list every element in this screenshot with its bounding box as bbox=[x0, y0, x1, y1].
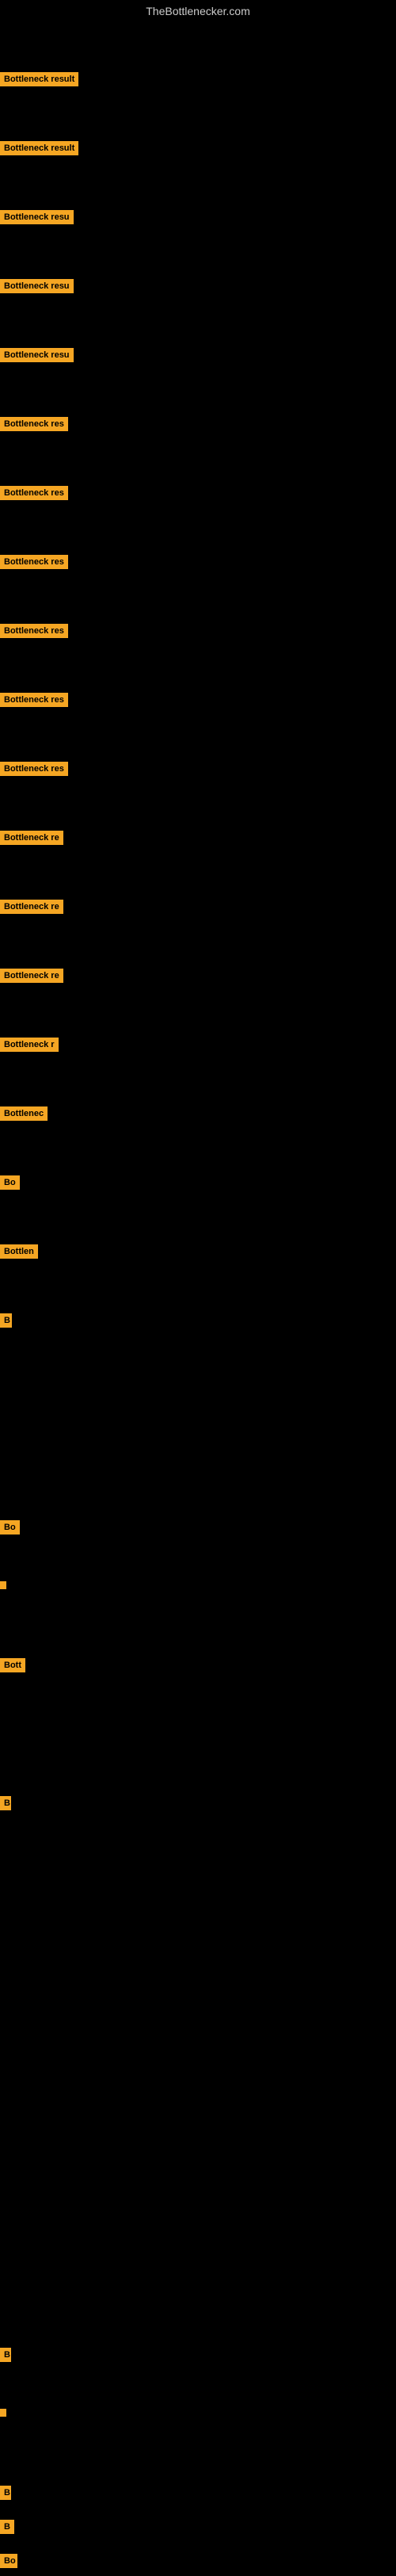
bottleneck-row: Bottleneck resu bbox=[0, 202, 74, 232]
bottleneck-badge: Bottleneck re bbox=[0, 831, 63, 845]
bottleneck-row: Bottleneck r bbox=[0, 1030, 59, 1060]
site-title: TheBottlenecker.com bbox=[0, 0, 396, 21]
bottleneck-row: Bottleneck re bbox=[0, 892, 63, 922]
bottleneck-badge: Bottleneck res bbox=[0, 417, 68, 431]
bottleneck-row: Bottleneck resu bbox=[0, 340, 74, 370]
bottleneck-badge: Bottleneck res bbox=[0, 486, 68, 500]
bottleneck-row-sliver bbox=[0, 2409, 6, 2417]
bottleneck-row: Bo bbox=[0, 1512, 20, 1542]
bottleneck-row: B bbox=[0, 2478, 11, 2508]
bottleneck-badge: Bo bbox=[0, 1520, 20, 1535]
bottleneck-row: B bbox=[0, 1305, 12, 1336]
bottleneck-badge: Bottleneck res bbox=[0, 555, 68, 569]
bottleneck-row: Bottleneck result bbox=[0, 133, 78, 163]
bottleneck-badge: B bbox=[0, 1313, 12, 1328]
bottleneck-row: Bottleneck res bbox=[0, 754, 68, 784]
bottleneck-badge: B bbox=[0, 1796, 11, 1810]
bottleneck-badge: Bo bbox=[0, 1175, 20, 1190]
bottleneck-row: Bottleneck res bbox=[0, 616, 68, 646]
bottleneck-row: Bottleneck resu bbox=[0, 271, 74, 301]
bottleneck-badge: Bottleneck resu bbox=[0, 279, 74, 293]
bottleneck-row: Bottleneck res bbox=[0, 685, 68, 715]
bottleneck-badge: Bottleneck res bbox=[0, 762, 68, 776]
bottleneck-row: Bo bbox=[0, 2546, 17, 2576]
bottleneck-row: Bottleneck res bbox=[0, 547, 68, 577]
bottleneck-row: Bottleneck res bbox=[0, 409, 68, 439]
bottleneck-row: Bottlen bbox=[0, 1236, 38, 1267]
bottleneck-badge: Bott bbox=[0, 1658, 25, 1672]
bottleneck-badge: Bo bbox=[0, 2554, 17, 2568]
bottleneck-badge: Bottlen bbox=[0, 1244, 38, 1259]
bottleneck-badge: Bottleneck r bbox=[0, 1038, 59, 1052]
bottleneck-badge: Bottleneck res bbox=[0, 624, 68, 638]
bottleneck-badge: Bottleneck res bbox=[0, 693, 68, 707]
bottleneck-badge: B bbox=[0, 2486, 11, 2500]
bottleneck-row: Bott bbox=[0, 1650, 25, 1680]
bottleneck-badge: Bottleneck re bbox=[0, 969, 63, 983]
bottleneck-badge: Bottleneck re bbox=[0, 900, 63, 914]
bottleneck-badge: Bottlenec bbox=[0, 1106, 48, 1121]
bottleneck-badge: Bottleneck result bbox=[0, 72, 78, 86]
bottleneck-badge: Bottleneck resu bbox=[0, 210, 74, 224]
rows-container: Bottleneck result Bottleneck result Bottle… bbox=[0, 21, 396, 2557]
bottleneck-row-sliver bbox=[0, 1581, 6, 1589]
bottleneck-badge: B bbox=[0, 2348, 11, 2362]
bottleneck-badge: Bottleneck result bbox=[0, 141, 78, 155]
bottleneck-row: Bottleneck re bbox=[0, 961, 63, 991]
bottleneck-row: B bbox=[0, 2340, 11, 2370]
bottleneck-row: B bbox=[0, 2512, 14, 2542]
bottleneck-row: Bottleneck result bbox=[0, 64, 78, 94]
bottleneck-row: Bottleneck res bbox=[0, 478, 68, 508]
bottleneck-row: Bottleneck re bbox=[0, 823, 63, 853]
bottleneck-row: Bottlenec bbox=[0, 1099, 48, 1129]
bottleneck-badge: B bbox=[0, 2520, 14, 2534]
bottleneck-row: Bo bbox=[0, 1168, 20, 1198]
bottleneck-row: B bbox=[0, 1788, 11, 1818]
bottleneck-badge: Bottleneck resu bbox=[0, 348, 74, 362]
